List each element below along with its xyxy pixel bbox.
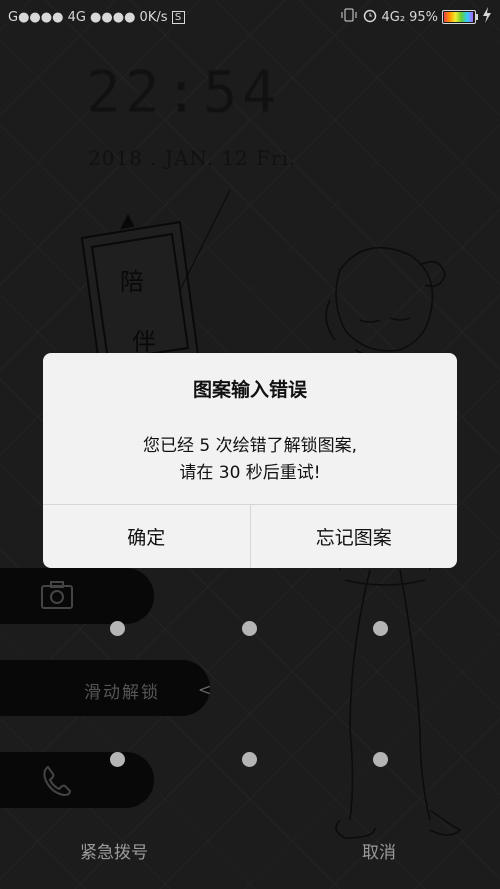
network-type: 4G₂: [381, 9, 406, 25]
pattern-dot[interactable]: [242, 752, 257, 767]
camera-shortcut[interactable]: [0, 568, 154, 624]
pattern-dot[interactable]: [110, 621, 125, 636]
battery-fill: [444, 12, 473, 22]
battery-icon: [442, 10, 478, 24]
alarm-icon: [362, 7, 378, 27]
phone-icon: [43, 765, 72, 797]
slide-arrow-icon: <: [198, 680, 212, 699]
phone-shortcut[interactable]: [0, 752, 154, 808]
dialog-title: 图案输入错误: [192, 379, 307, 401]
dialog-message: 您已经 5 次绘错了解锁图案, 请在 30 秒后重试!: [43, 433, 457, 487]
pattern-dot[interactable]: [373, 752, 388, 767]
error-dialog: 图案输入错误 您已经 5 次绘错了解锁图案, 请在 30 秒后重试! 确定 忘记…: [43, 353, 457, 568]
dialog-message-line1: 您已经 5 次绘错了解锁图案,: [142, 436, 358, 456]
pattern-dot[interactable]: [242, 621, 257, 636]
charging-icon: [482, 7, 492, 27]
camera-icon: [41, 581, 73, 609]
status-bar: G●●●● 4G ●●●● 0K/s S 4G₂ 95%: [0, 0, 500, 34]
pattern-dot[interactable]: [110, 752, 125, 767]
battery-percent: 95%: [409, 9, 438, 25]
signal-text: G●●●● 4G ●●●● 0K/s: [8, 9, 168, 25]
dialog-actions: 确定 忘记图案: [43, 504, 457, 568]
emergency-call-button[interactable]: 紧急拨号: [80, 838, 148, 863]
dialog-message-line2: 请在 30 秒后重试!: [179, 463, 321, 483]
vibrate-icon: [340, 8, 358, 26]
confirm-button[interactable]: 确定: [43, 505, 250, 568]
slide-unlock-label: 滑动解锁: [84, 683, 160, 703]
lock-clock: 22:54: [86, 58, 281, 127]
s-badge-icon: S: [171, 10, 185, 24]
forgot-pattern-button[interactable]: 忘记图案: [249, 505, 458, 568]
pattern-dot[interactable]: [373, 621, 388, 636]
cancel-button[interactable]: 取消: [362, 838, 396, 863]
lock-date: 2018 . JAN. 12 Fri.: [88, 146, 297, 170]
